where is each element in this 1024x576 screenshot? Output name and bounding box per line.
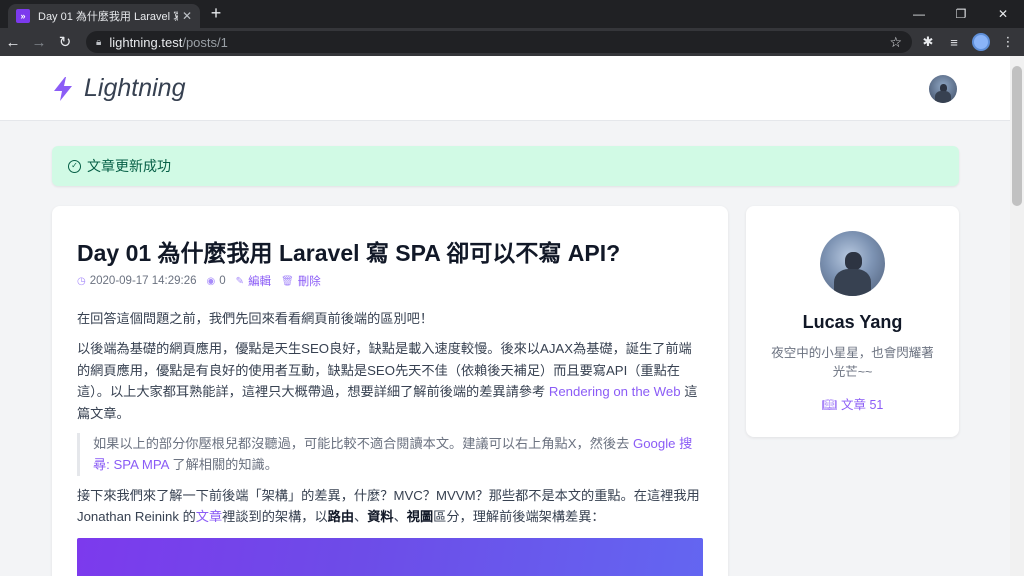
user-avatar[interactable] <box>929 75 957 103</box>
blockquote: 如果以上的部分你壓根兒都沒聽過，可能比較不適合閱讀本文。建議可以右上角點X，然後… <box>77 432 703 476</box>
new-tab-button[interactable]: + <box>206 3 226 24</box>
quote-text: 如果以上的部分你壓根兒都沒聽過，可能比較不適合閱讀本文。建議可以右上角點X，然後… <box>93 435 633 451</box>
clock-icon: ◷ <box>77 275 86 287</box>
browser-tab[interactable]: » Day 01 為什麼我用 Laravel 寫 SPA ✕ <box>8 4 200 28</box>
favicon-icon: » <box>16 9 30 23</box>
forward-icon[interactable]: → <box>26 28 52 56</box>
browser-toolbar: ← → ↻ 🔒︎ lightning.test /posts/1 ☆ ✱ ≡ ⋮ <box>0 28 1024 56</box>
page-scrollbar[interactable] <box>1010 56 1024 576</box>
author-avatar-head <box>844 251 862 270</box>
pencil-icon: ✎ <box>235 275 245 287</box>
url-path: /posts/1 <box>182 34 228 50</box>
article-link[interactable]: 文章 <box>196 509 222 524</box>
paragraph-intro: 在回答這個問題之前，我們先回來看看網頁前後端的區別吧！ <box>77 311 434 326</box>
bold-view: 視圖 <box>406 509 434 524</box>
lock-icon[interactable]: 🔒︎ <box>96 37 101 48</box>
separator-1: 、 <box>354 509 368 524</box>
paragraph-2: 以後端為基礎的網頁應用，優點是天生SEO良好，缺點是載入速度較慢。後來以AJAX… <box>77 338 703 424</box>
author-posts-link[interactable]: 📖︎ 文章 51 <box>746 394 959 413</box>
bookmark-star-icon[interactable]: ☆ <box>889 34 902 51</box>
post-date-text: 2020-09-17 14:29:26 <box>89 275 197 287</box>
brand-name: Lightning <box>84 74 186 102</box>
reload-icon[interactable]: ↻ <box>52 28 78 56</box>
extensions-icon[interactable]: ✱ <box>920 34 936 50</box>
media-queue-icon[interactable]: ≡ <box>946 35 962 50</box>
address-bar[interactable]: 🔒︎ lightning.test /posts/1 ☆ <box>86 31 912 53</box>
author-avatar-body <box>834 268 871 296</box>
post-body: 在回答這個問題之前，我們先回來看看網頁前後端的區別吧！ 以後端為基礎的網頁應用，… <box>77 308 703 536</box>
post-date: ◷ 2020-09-17 14:29:26 <box>77 275 197 287</box>
post-views-count: 0 <box>219 275 226 287</box>
url-host: lightning.test <box>109 34 183 50</box>
brand-link[interactable]: Lightning <box>52 74 185 103</box>
author-avatar[interactable] <box>820 231 885 296</box>
scrollbar-thumb[interactable] <box>1012 66 1022 206</box>
restore-icon[interactable]: ❐ <box>940 0 982 28</box>
success-alert: ✓ 文章更新成功 <box>52 146 959 186</box>
post-card: Day 01 為什麼我用 Laravel 寫 SPA 卻可以不寫 API? ◷ … <box>52 206 728 576</box>
delete-label: 刪除 <box>297 276 321 288</box>
rendering-on-the-web-link[interactable]: Rendering on the Web <box>549 384 681 399</box>
window-controls: — ❐ ✕ <box>898 0 1024 28</box>
paragraph-3-mid: 裡談到的架構，以 <box>222 509 328 524</box>
separator-2: 、 <box>393 509 407 524</box>
trash-icon: 🗑︎ <box>281 275 294 287</box>
author-name: Lucas Yang <box>802 312 903 332</box>
edit-label: 編輯 <box>248 276 272 288</box>
author-bio: 夜空中的小星星，也會閃耀著光芒~~ <box>771 346 934 379</box>
post-meta: ◷ 2020-09-17 14:29:26 ◉ 0 ✎ 編輯 🗑︎ 刪除 <box>77 273 331 289</box>
profile-avatar-icon[interactable] <box>972 33 990 51</box>
quote-after: 了解相關的知識。 <box>168 457 278 472</box>
eye-icon: ◉ <box>206 275 216 287</box>
bold-route: 路由 <box>327 509 355 524</box>
author-card: Lucas Yang 夜空中的小星星，也會閃耀著光芒~~ 📖︎ 文章 51 <box>746 206 959 437</box>
browser-titlebar: » Day 01 為什麼我用 Laravel 寫 SPA ✕ + — ❐ ✕ <box>0 0 1024 28</box>
close-tab-icon[interactable]: ✕ <box>182 9 192 23</box>
bold-data: 資料 <box>367 509 394 524</box>
paragraph-3: 接下來我們來了解一下前後端「架構」的差異，什麼？MVC？MVVM？那些都不是本文… <box>77 485 703 528</box>
avatar-body-shape <box>935 91 951 103</box>
delete-link[interactable]: 🗑︎ 刪除 <box>281 273 321 289</box>
menu-kebab-icon[interactable]: ⋮ <box>1000 34 1016 50</box>
edit-link[interactable]: ✎ 編輯 <box>236 273 271 289</box>
page-viewport: Lightning ✓ 文章更新成功 Day 01 為什麼我用 Laravel … <box>0 56 1010 576</box>
post-title: Day 01 為什麼我用 Laravel 寫 SPA 卻可以不寫 API? <box>77 240 621 266</box>
post-views: ◉ 0 <box>207 275 226 287</box>
toolbar-actions: ✱ ≡ ⋮ <box>920 28 1016 56</box>
alert-message: 文章更新成功 <box>87 158 171 174</box>
tab-title: Day 01 為什麼我用 Laravel 寫 SPA <box>38 11 178 23</box>
minimize-icon[interactable]: — <box>898 0 940 28</box>
lightning-bolt-icon <box>54 76 72 101</box>
back-icon[interactable]: ← <box>0 28 26 56</box>
check-circle-icon: ✓ <box>68 159 81 173</box>
paragraph-3-after: 區分，理解前後端架構差異： <box>433 509 605 524</box>
author-posts-count: 文章 51 <box>840 398 884 412</box>
post-image <box>77 538 703 576</box>
site-header: Lightning <box>0 56 1010 121</box>
book-icon: 📖︎ <box>821 398 838 412</box>
window-close-icon[interactable]: ✕ <box>982 0 1024 28</box>
